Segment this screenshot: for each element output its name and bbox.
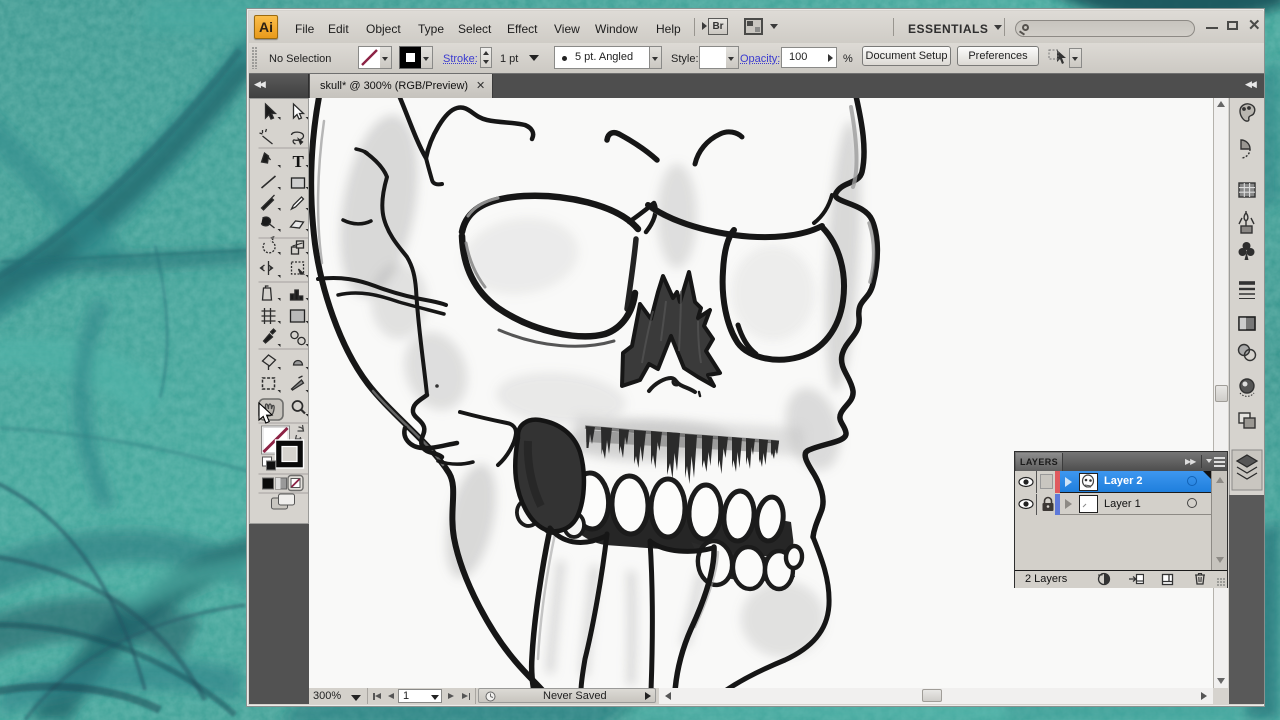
svg-text:T: T [293, 152, 305, 171]
